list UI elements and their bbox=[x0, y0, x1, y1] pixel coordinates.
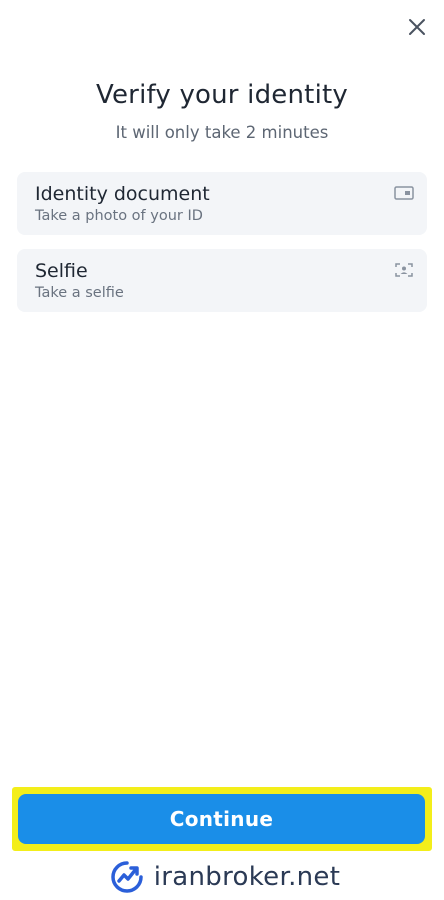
id-card-icon bbox=[394, 186, 414, 200]
face-scan-icon bbox=[395, 263, 413, 277]
option-selfie[interactable]: Selfie Take a selfie bbox=[17, 249, 427, 312]
iranbroker-logo bbox=[111, 861, 143, 893]
option-subtitle: Take a photo of your ID bbox=[35, 208, 203, 224]
close-icon bbox=[409, 19, 425, 35]
continue-button[interactable]: Continue bbox=[18, 794, 425, 844]
watermark: iranbroker.net bbox=[95, 855, 355, 899]
option-title: Identity document bbox=[35, 183, 210, 205]
page-subtitle: It will only take 2 minutes bbox=[115, 123, 329, 142]
option-title: Selfie bbox=[35, 260, 88, 282]
watermark-text: iranbroker.net bbox=[153, 862, 341, 892]
page-title: Verify your identity bbox=[96, 80, 348, 110]
option-subtitle: Take a selfie bbox=[35, 285, 124, 301]
close-button[interactable] bbox=[404, 14, 430, 40]
option-identity-document[interactable]: Identity document Take a photo of your I… bbox=[17, 172, 427, 235]
